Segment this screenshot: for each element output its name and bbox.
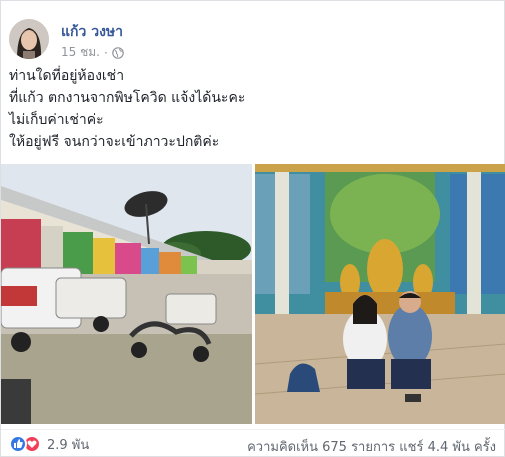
post-text-line: ที่แก้ว ตกงานจากพิษโควิด แจ้งได้นะคะ [9, 90, 246, 106]
like-icon [9, 435, 27, 453]
comment-share-stats[interactable]: ความคิดเห็น 675 รายการ แชร์ 4.4 พัน ครั้… [247, 436, 496, 457]
post-text: ท่านใดที่อยู่ห้องเช่า ที่แก้ว ตกงานจากพิ… [9, 65, 489, 153]
reactions-summary[interactable]: 2.9 พัน [9, 434, 89, 454]
reaction-count: 2.9 พัน [47, 437, 90, 453]
post-text-line: ไม่เก็บค่าเช่าค่ะ [9, 112, 104, 128]
author-name[interactable]: แก้ว วงษา [61, 21, 123, 43]
globe-icon[interactable] [111, 46, 124, 59]
post-header: แก้ว วงษา 15 ชม. · [9, 15, 489, 61]
post-meta: 15 ชม. · [61, 43, 124, 62]
post-text-line: ให้อยู่ฟรี จนกว่าจะเข้าภาวะปกติค่ะ [9, 134, 220, 150]
author-avatar[interactable] [9, 19, 49, 59]
post-time[interactable]: 15 ชม. [61, 43, 100, 62]
post-card: แก้ว วงษา 15 ชม. · ท่านใดที่อยู่ห้องเช่า… [0, 0, 505, 457]
post-text-line: ท่านใดที่อยู่ห้องเช่า [9, 68, 125, 84]
photo-rental-building[interactable] [1, 164, 252, 424]
post-footer: 2.9 พัน ความคิดเห็น 675 รายการ แชร์ 4.4 … [1, 429, 505, 455]
photo-temple-couple[interactable] [255, 164, 505, 424]
post-photos [1, 164, 505, 424]
